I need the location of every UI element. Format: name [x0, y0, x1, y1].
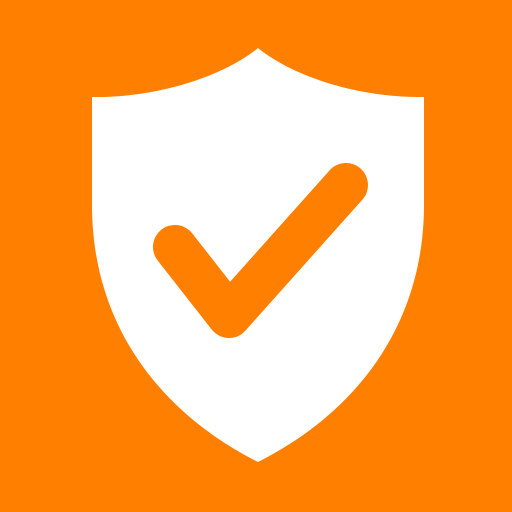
- shield-check-icon-graphic: [0, 0, 512, 512]
- app-icon: [0, 0, 512, 512]
